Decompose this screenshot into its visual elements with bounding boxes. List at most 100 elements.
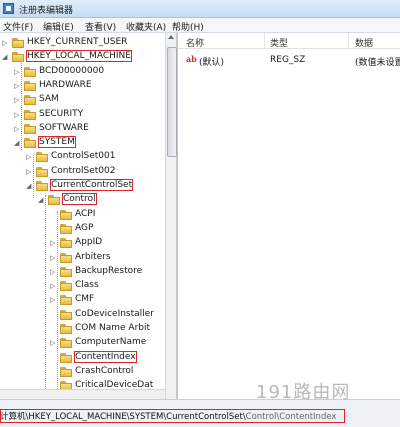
- tree-node-label: AGP: [75, 222, 94, 233]
- column-divider[interactable]: [264, 33, 265, 48]
- tree-node-label: ComputerName: [75, 337, 147, 348]
- expand-arrow-icon[interactable]: ▷: [2, 40, 7, 47]
- tree-node-label: AppID: [75, 237, 103, 248]
- expand-arrow-icon[interactable]: ▷: [50, 254, 55, 262]
- column-header-name[interactable]: 名称: [186, 36, 204, 49]
- value-row[interactable]: ab (默认) REG_SZ (数值未设置): [178, 53, 400, 68]
- folder-icon: [60, 209, 72, 220]
- window-title: 注册表编辑器: [19, 6, 74, 16]
- menu-help[interactable]: 帮助(H): [172, 20, 204, 33]
- menu-favorites[interactable]: 收藏夹(A): [126, 20, 166, 33]
- tree-node-label: ContentIndex: [74, 350, 137, 363]
- tree-node[interactable]: ▷ ControlSet001: [0, 150, 165, 164]
- tree-node[interactable]: ▷ AppID: [0, 236, 165, 250]
- column-divider[interactable]: [348, 33, 349, 48]
- expand-arrow-icon[interactable]: ▷: [50, 283, 55, 290]
- folder-icon: [48, 195, 60, 206]
- menu-edit[interactable]: 编辑(E): [43, 20, 74, 33]
- tree-node[interactable]: ▷ SAM: [0, 93, 165, 107]
- title-bar: 注册表编辑器: [0, 0, 400, 18]
- scroll-up-icon[interactable]: [168, 35, 174, 39]
- tree-node[interactable]: ◢ HKEY_LOCAL_MACHINE: [0, 50, 165, 64]
- folder-icon: [60, 281, 72, 292]
- folder-icon: [60, 366, 72, 377]
- tree-node[interactable]: ▷ SOFTWARE: [0, 122, 165, 136]
- menu-view[interactable]: 查看(V): [85, 20, 116, 33]
- string-value-icon: ab: [186, 54, 197, 64]
- tree-node[interactable]: ▷ SECURITY: [0, 108, 165, 122]
- collapse-arrow-icon[interactable]: ◢: [26, 183, 31, 190]
- vertical-scrollbar[interactable]: [165, 33, 177, 399]
- expand-arrow-icon[interactable]: ▷: [50, 340, 55, 347]
- tree-node[interactable]: ◢ Control: [0, 193, 165, 207]
- expand-arrow-icon[interactable]: ▷: [14, 97, 19, 104]
- scrollbar-thumb[interactable]: [167, 47, 177, 157]
- folder-icon: [60, 352, 72, 363]
- tree-node-label: ControlSet001: [51, 151, 116, 162]
- menu-file[interactable]: 文件(F): [3, 20, 33, 33]
- tree-node[interactable]: COM Name Arbit: [0, 322, 165, 336]
- tree-node[interactable]: ▷ HKEY_CURRENT_USER: [0, 36, 165, 50]
- value-type: REG_SZ: [270, 55, 306, 65]
- expand-arrow-icon[interactable]: ▷: [50, 240, 55, 247]
- expand-arrow-icon[interactable]: ▷: [14, 111, 19, 119]
- folder-icon: [60, 309, 72, 320]
- tree-node-label: SECURITY: [39, 108, 84, 119]
- column-headers: 名称 类型 数据: [178, 33, 400, 49]
- collapse-arrow-icon[interactable]: ◢: [38, 197, 43, 204]
- expand-arrow-icon[interactable]: ▷: [14, 125, 19, 133]
- tree-node[interactable]: ◢ CurrentControlSet: [0, 179, 165, 193]
- expand-arrow-icon[interactable]: ▷: [26, 168, 31, 176]
- tree-node[interactable]: ACPI: [0, 208, 165, 222]
- tree-node-label: ControlSet002: [51, 165, 116, 176]
- tree-node[interactable]: ▷ BackupRestore: [0, 265, 165, 279]
- collapse-arrow-icon[interactable]: ◢: [2, 54, 7, 61]
- folder-icon: [24, 123, 36, 134]
- folder-icon: [24, 95, 36, 106]
- tree-node[interactable]: ▷ CMF: [0, 293, 165, 307]
- tree-node[interactable]: ▷ Arbiters: [0, 251, 165, 265]
- expand-arrow-icon[interactable]: ▷: [50, 268, 55, 276]
- folder-icon: [60, 223, 72, 234]
- value-data: (数值未设置): [355, 58, 400, 68]
- folder-icon: [36, 181, 48, 191]
- expand-arrow-icon[interactable]: ▷: [14, 68, 19, 76]
- tree-node[interactable]: AGP: [0, 222, 165, 236]
- tree-node[interactable]: CoDeviceInstaller: [0, 308, 165, 322]
- folder-icon: [24, 80, 36, 91]
- folder-icon: [60, 295, 72, 306]
- tree-node[interactable]: ▷ ControlSet002: [0, 165, 165, 179]
- collapse-arrow-icon[interactable]: ◢: [14, 140, 19, 147]
- tree-node[interactable]: ▷ ComputerName: [0, 336, 165, 350]
- column-header-type[interactable]: 类型: [270, 36, 288, 49]
- tree-node-label: HKEY_LOCAL_MACHINE: [26, 50, 132, 63]
- column-header-data[interactable]: 数据: [355, 36, 373, 49]
- expand-arrow-icon[interactable]: ▷: [50, 297, 55, 304]
- tree-node-label: CoDeviceInstaller: [75, 308, 154, 319]
- folder-icon: [60, 252, 72, 263]
- values-pane[interactable]: 名称 类型 数据 ab (默认) REG_SZ (数值未设置): [177, 33, 400, 399]
- tree-node[interactable]: ▷ HARDWARE: [0, 79, 165, 93]
- folder-icon: [36, 166, 48, 177]
- folder-icon: [24, 109, 36, 120]
- folder-icon: [12, 52, 24, 63]
- tree-node[interactable]: ◢ SYSTEM: [0, 136, 165, 150]
- folder-icon: [60, 324, 72, 334]
- tree-node[interactable]: ContentIndex: [0, 350, 165, 365]
- tree-node-label: HARDWARE: [39, 79, 92, 90]
- menu-bar: 文件(F) 编辑(E) 查看(V) 收藏夹(A) 帮助(H): [0, 18, 400, 33]
- tree-node[interactable]: CrashControl: [0, 365, 165, 379]
- tree-node[interactable]: ▷ Class: [0, 279, 165, 293]
- value-name: (默认): [199, 58, 225, 68]
- tree-node-label: Control: [62, 193, 97, 206]
- tree-node-label: SYSTEM: [38, 136, 76, 149]
- tree-node-label: Class: [75, 280, 99, 291]
- expand-arrow-icon[interactable]: ▷: [26, 154, 31, 161]
- tree-node-label: SAM: [39, 94, 59, 105]
- folder-icon: [12, 38, 24, 48]
- registry-tree[interactable]: ▷ HKEY_CURRENT_USER ◢ HKEY_LOCAL_MACHINE ▷ BC…: [0, 33, 165, 399]
- tree-node-label: BCD00000000: [39, 65, 105, 76]
- tree-node[interactable]: ▷ BCD00000000: [0, 65, 165, 79]
- expand-arrow-icon[interactable]: ▷: [14, 82, 19, 90]
- tree-node-label: CMF: [75, 294, 95, 305]
